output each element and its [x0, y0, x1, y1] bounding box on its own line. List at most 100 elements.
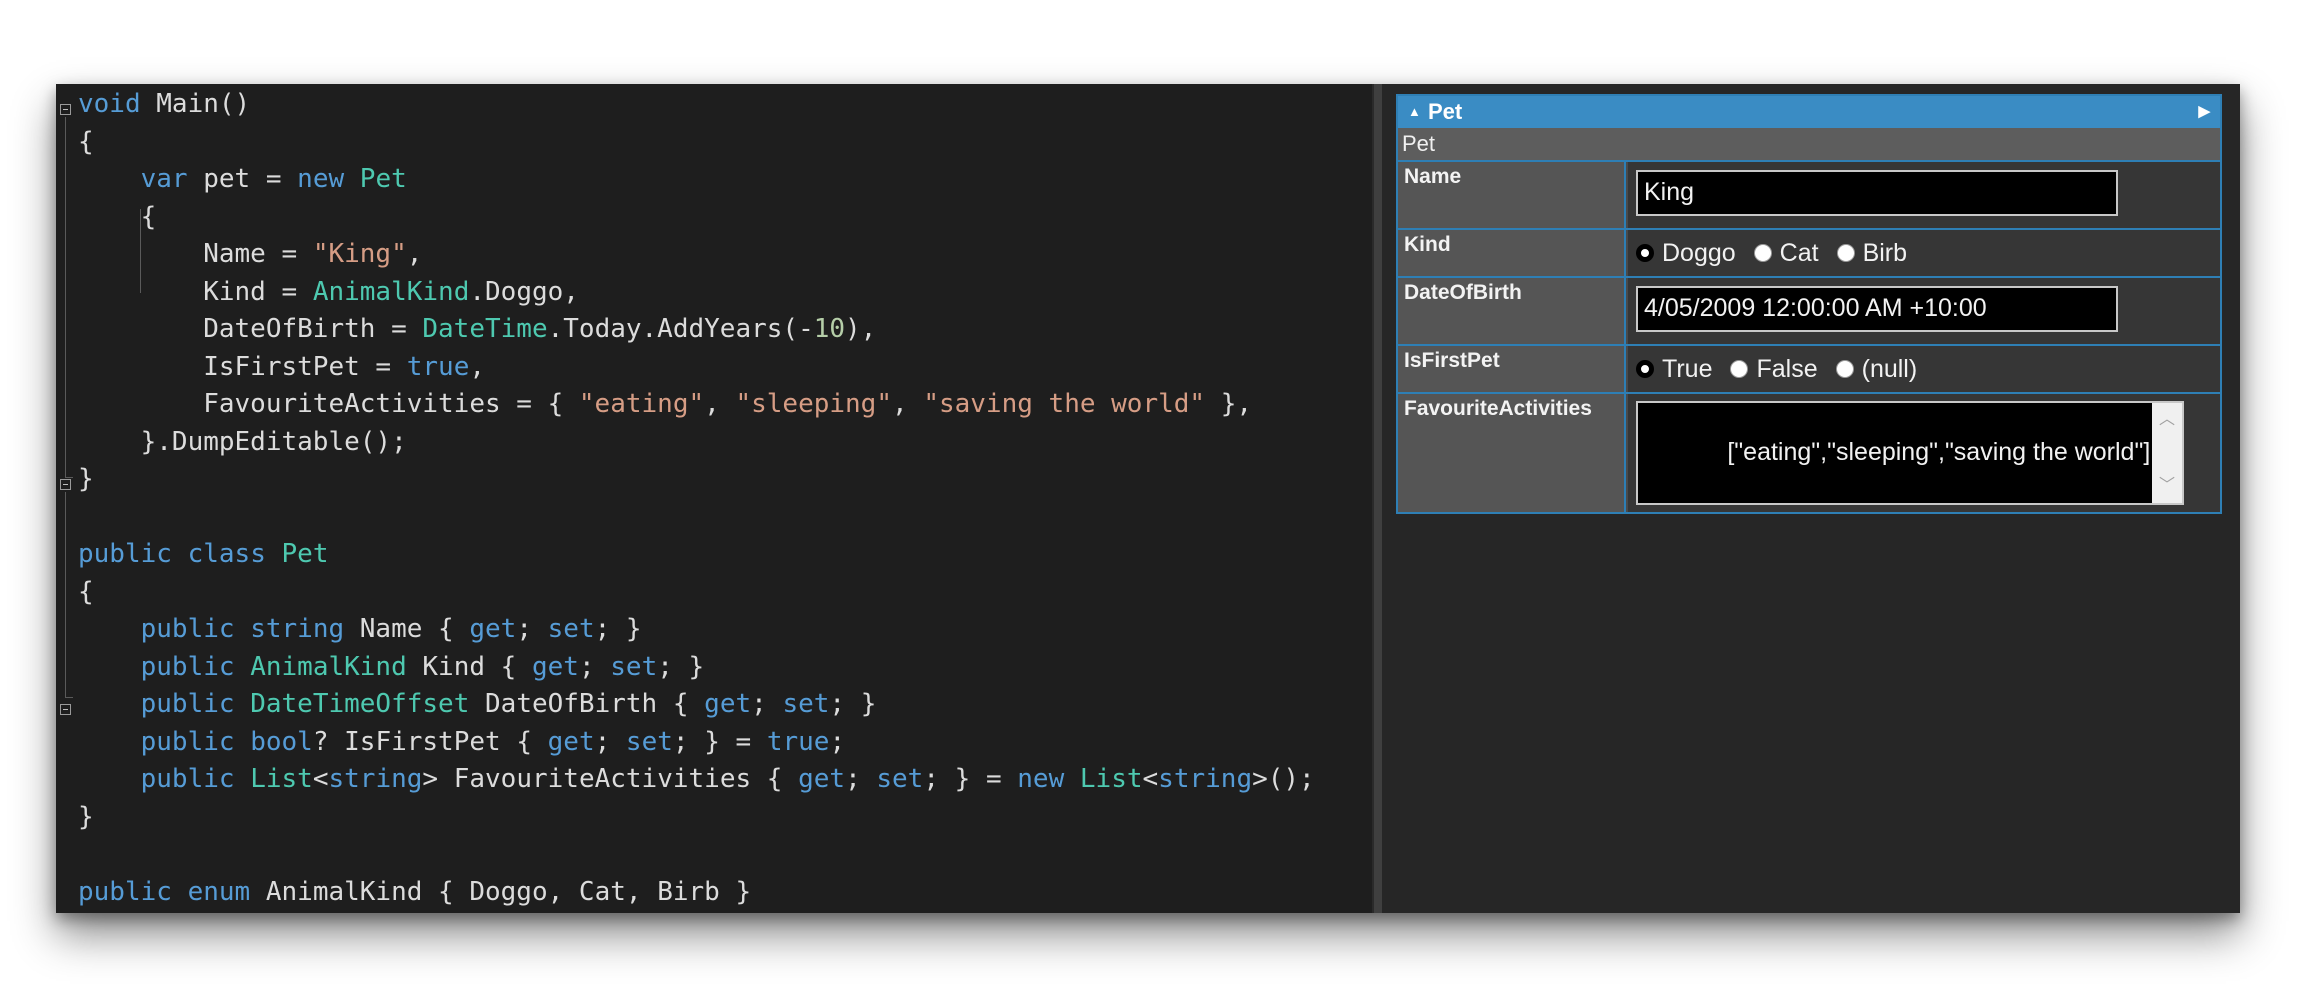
- property-value-kind: Doggo Cat Birb: [1628, 230, 2220, 276]
- triangle-up-icon[interactable]: ▲: [1408, 96, 1421, 128]
- type-label: Pet: [1398, 128, 2220, 162]
- is-first-pet-option[interactable]: False: [1730, 355, 1818, 384]
- fold-toggle-main[interactable]: [60, 104, 71, 115]
- code-line: public enum AnimalKind { Doggo, Cat, Bir…: [78, 874, 751, 911]
- property-value-is-first-pet: True False (null): [1628, 346, 2220, 392]
- code-text: ; }: [594, 614, 642, 644]
- code-text: ? IsFirstPet {: [312, 726, 548, 757]
- code-text: Main(): [140, 89, 251, 119]
- radio-button[interactable]: [1636, 244, 1654, 262]
- code-text: ;: [751, 689, 783, 719]
- code-line: }: [78, 461, 94, 498]
- fold-toggle-pet-class[interactable]: [60, 479, 71, 490]
- code-text: > FavouriteActivities {: [422, 764, 799, 794]
- code-text: .Today.AddYears(-: [547, 314, 814, 344]
- panel-splitter[interactable]: [1372, 84, 1382, 913]
- code-keyword: string: [250, 614, 345, 644]
- fold-toggle-enum[interactable]: [60, 704, 71, 715]
- code-type: List: [1079, 764, 1143, 794]
- code-keyword: public: [140, 614, 235, 644]
- chevron-up-icon[interactable]: ︿: [2152, 405, 2182, 435]
- code-line: {: [78, 199, 157, 236]
- code-keyword: get: [469, 614, 517, 644]
- code-keyword: set: [876, 764, 924, 794]
- code-type: AnimalKind: [312, 276, 470, 307]
- code-keyword: enum: [187, 876, 251, 907]
- code-text: Name {: [344, 614, 470, 644]
- kind-option[interactable]: Birb: [1836, 239, 1907, 268]
- code-text: ; } =: [672, 726, 767, 757]
- date-of-birth-text-field[interactable]: 4/05/2009 12:00:00 AM +10:00: [1636, 286, 2118, 332]
- code-text: {: [78, 576, 94, 607]
- pet-header-title: Pet: [1428, 99, 1463, 124]
- code-text: ; }: [657, 651, 705, 682]
- code-text: }: [78, 464, 94, 494]
- property-label-kind: Kind: [1398, 230, 1626, 276]
- text-area-scrollbar[interactable]: ︿ ﹀: [2152, 403, 2182, 503]
- code-string: "King": [312, 239, 407, 269]
- code-text: },: [1205, 389, 1253, 419]
- code-line: public class Pet: [78, 536, 328, 573]
- code-text: ,: [469, 351, 486, 382]
- code-keyword: get: [798, 764, 846, 794]
- triangle-right-icon[interactable]: ▶: [2198, 96, 2210, 128]
- radio-button[interactable]: [1835, 360, 1854, 378]
- results-panel: ▲ Pet ▶ Pet Name King Kind Doggo Cat Birb …: [1382, 84, 2240, 913]
- kind-option-label: Cat: [1779, 238, 1819, 267]
- pet-header[interactable]: ▲ Pet ▶: [1398, 96, 2220, 128]
- property-label-favourite-activities: FavouriteActivities: [1398, 394, 1626, 512]
- code-keyword: string: [1158, 764, 1253, 794]
- property-row-kind: Kind Doggo Cat Birb: [1398, 230, 2220, 278]
- code-text: IsFirstPet =: [78, 351, 407, 382]
- kind-option[interactable]: Cat: [1753, 238, 1819, 268]
- code-type: DateTime: [422, 314, 548, 344]
- code-text: ; } =: [923, 764, 1018, 794]
- fold-guide: [65, 117, 66, 477]
- code-text: <: [1142, 764, 1159, 794]
- code-text: <: [312, 764, 329, 794]
- code-line: }: [78, 799, 94, 836]
- code-type: List: [250, 764, 313, 794]
- code-text: ,: [704, 389, 736, 419]
- fold-guide-end: [65, 477, 73, 478]
- code-line: {: [78, 574, 94, 611]
- code-text: .Doggo,: [469, 276, 579, 307]
- code-text: ,: [406, 239, 423, 269]
- radio-button[interactable]: [1636, 360, 1654, 378]
- is-first-pet-option[interactable]: True: [1636, 355, 1712, 384]
- code-line: }.DumpEditable();: [78, 424, 407, 461]
- code-keyword: get: [547, 726, 595, 757]
- code-text: {: [78, 201, 157, 232]
- code-keyword: set: [625, 726, 673, 757]
- code-text: Name =: [78, 239, 313, 269]
- code-editor[interactable]: void Main(){ var pet = new Pet { Name = …: [56, 84, 1372, 913]
- property-value-name: King: [1628, 162, 2220, 228]
- kind-option-label: Doggo: [1662, 238, 1736, 267]
- favourite-activities-text-area[interactable]: ["eating","sleeping","saving the world"]…: [1636, 401, 2184, 505]
- code-text: ;: [516, 614, 548, 644]
- property-row-favourite-activities: FavouriteActivities ["eating","sleeping"…: [1398, 394, 2220, 512]
- code-keyword: public: [140, 651, 235, 682]
- radio-button[interactable]: [1730, 360, 1749, 378]
- is-first-pet-option[interactable]: (null): [1835, 355, 1917, 384]
- code-text: pet =: [187, 164, 298, 194]
- code-keyword: void: [78, 89, 141, 119]
- code-text: ),: [845, 314, 877, 344]
- radio-button[interactable]: [1753, 244, 1772, 262]
- chevron-down-icon[interactable]: ﹀: [2152, 471, 2182, 501]
- kind-option[interactable]: Doggo: [1636, 239, 1736, 268]
- code-keyword: public: [78, 539, 172, 569]
- code-keyword: set: [782, 689, 830, 719]
- property-value-favourite-activities: ["eating","sleeping","saving the world"]…: [1628, 394, 2220, 512]
- property-label-is-first-pet: IsFirstPet: [1398, 346, 1626, 392]
- code-text: }: [78, 801, 94, 832]
- code-text: }.DumpEditable();: [78, 426, 407, 457]
- name-text-field[interactable]: King: [1636, 170, 2118, 216]
- radio-button[interactable]: [1836, 244, 1855, 262]
